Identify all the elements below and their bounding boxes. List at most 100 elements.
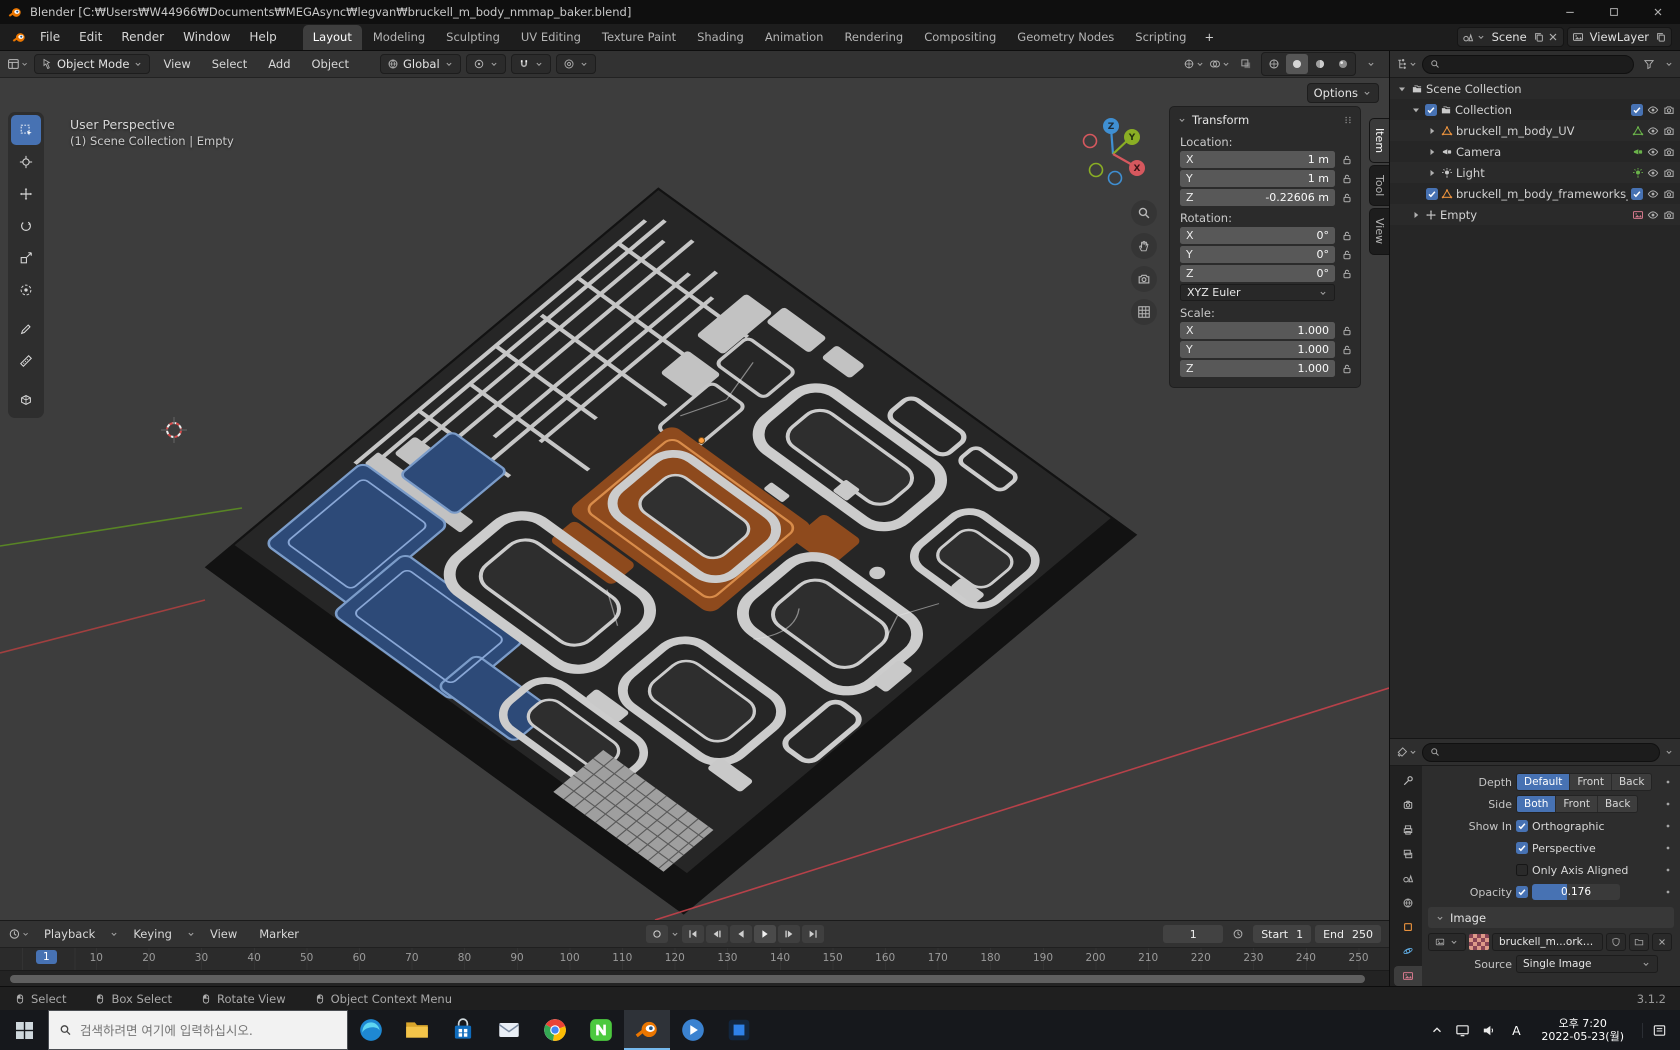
side-back-option[interactable]: Back: [1598, 796, 1638, 812]
location-y-field[interactable]: Y1 m: [1180, 170, 1335, 187]
orthographic-label[interactable]: Orthographic: [1532, 820, 1605, 833]
lock-icon[interactable]: [1340, 192, 1353, 204]
unlink-scene-icon[interactable]: [1547, 31, 1559, 43]
lock-icon[interactable]: [1340, 325, 1353, 337]
only-axis-aligned-label[interactable]: Only Axis Aligned: [1532, 864, 1628, 877]
disable-in-renders-icon[interactable]: [1663, 104, 1675, 116]
lock-icon[interactable]: [1340, 344, 1353, 356]
outliner-editor-type-button[interactable]: [1396, 54, 1418, 74]
pan-view-button[interactable]: [1131, 233, 1157, 259]
chevron-right-icon[interactable]: [1410, 209, 1422, 221]
exclude-checkbox[interactable]: [1631, 188, 1643, 200]
tab-object-data-properties[interactable]: [1394, 966, 1422, 986]
image-panel-header[interactable]: Image: [1428, 907, 1674, 928]
menu-window[interactable]: Window: [174, 26, 239, 48]
dark-app-icon[interactable]: [716, 1010, 762, 1050]
hide-in-viewport-icon[interactable]: [1647, 209, 1659, 221]
sidebar-tab-view[interactable]: View: [1369, 208, 1389, 254]
xray-toggle[interactable]: [1235, 54, 1257, 74]
menu-add[interactable]: Add: [260, 54, 298, 74]
camera-view-button[interactable]: [1131, 266, 1157, 292]
jump-to-end-button[interactable]: [802, 925, 824, 943]
menu-playback[interactable]: Playback: [36, 924, 103, 944]
menu-select[interactable]: Select: [204, 54, 255, 74]
tray-expand-icon[interactable]: [1430, 1023, 1444, 1037]
show-gizmo-button[interactable]: [1183, 54, 1205, 74]
animate-dot-icon[interactable]: [1662, 843, 1674, 853]
file-explorer-app-icon[interactable]: [394, 1010, 440, 1050]
editor-type-button[interactable]: [7, 54, 29, 74]
properties-search-input[interactable]: [1422, 743, 1660, 762]
store-app-icon[interactable]: [440, 1010, 486, 1050]
unlink-image-button[interactable]: [1652, 933, 1672, 951]
scale-y-field[interactable]: Y1.000: [1180, 341, 1335, 358]
play-reverse-button[interactable]: [730, 925, 752, 943]
tab-viewlayer-properties[interactable]: [1394, 844, 1422, 864]
edge-app-icon[interactable]: [348, 1010, 394, 1050]
jump-to-start-button[interactable]: [682, 925, 704, 943]
add-cube-tool[interactable]: [11, 385, 41, 415]
close-button[interactable]: [1636, 0, 1680, 24]
tab-physics-properties[interactable]: [1394, 941, 1422, 961]
viewport-3d[interactable]: User Perspective (1) Scene Collection | …: [0, 78, 1389, 920]
outliner-search-input[interactable]: [1422, 55, 1634, 74]
green-n-app-icon[interactable]: [578, 1010, 624, 1050]
lock-icon[interactable]: [1340, 249, 1353, 261]
disable-in-renders-icon[interactable]: [1663, 125, 1675, 137]
hide-in-viewport-icon[interactable]: [1647, 125, 1659, 137]
start-button[interactable]: [0, 1010, 48, 1050]
blender-app-icon[interactable]: [624, 1010, 670, 1050]
tab-modeling[interactable]: Modeling: [363, 25, 435, 50]
opacity-checkbox[interactable]: [1516, 886, 1528, 898]
tab-tool-properties[interactable]: [1394, 771, 1422, 791]
perspective-label[interactable]: Perspective: [1532, 842, 1596, 855]
source-dropdown[interactable]: Single Image: [1516, 955, 1658, 973]
tab-geometry-nodes[interactable]: Geometry Nodes: [1007, 25, 1124, 50]
animate-dot-icon[interactable]: [1662, 821, 1674, 831]
maximize-button[interactable]: [1592, 0, 1636, 24]
select-box-tool[interactable]: [11, 115, 41, 145]
hide-in-viewport-icon[interactable]: [1647, 104, 1659, 116]
shading-dropdown[interactable]: [1360, 54, 1382, 74]
tab-texture-paint[interactable]: Texture Paint: [592, 25, 686, 50]
sidebar-tab-tool[interactable]: Tool: [1369, 165, 1389, 206]
menu-view[interactable]: View: [155, 54, 198, 74]
image-name-field[interactable]: bruckell_m...orks_UV.png: [1492, 933, 1603, 951]
new-scene-icon[interactable]: [1533, 31, 1545, 43]
scale-x-field[interactable]: X1.000: [1180, 322, 1335, 339]
viewlayer-selector[interactable]: ViewLayer: [1567, 27, 1672, 47]
menu-object[interactable]: Object: [304, 54, 357, 74]
location-z-field[interactable]: Z-0.22606 m: [1180, 189, 1335, 206]
frame-ruler[interactable]: 1 10203040506070809010011012013014015016…: [0, 947, 1389, 970]
hide-in-viewport-icon[interactable]: [1647, 188, 1659, 200]
preview-range-button[interactable]: [1227, 924, 1249, 944]
rotation-y-field[interactable]: Y0°: [1180, 246, 1335, 263]
disable-in-renders-icon[interactable]: [1663, 167, 1675, 179]
image-browse-button[interactable]: [1428, 933, 1466, 951]
zoom-view-button[interactable]: [1131, 200, 1157, 226]
tab-sculpting[interactable]: Sculpting: [436, 25, 510, 50]
outliner-row-collection[interactable]: Collection: [1390, 99, 1680, 120]
lock-icon[interactable]: [1340, 268, 1353, 280]
options-dropdown[interactable]: Options: [1307, 83, 1379, 103]
scale-z-field[interactable]: Z1.000: [1180, 360, 1335, 377]
pivot-dropdown[interactable]: [466, 54, 506, 74]
action-center-button[interactable]: [1642, 1023, 1676, 1038]
taskbar-search[interactable]: [48, 1010, 348, 1050]
mode-dropdown[interactable]: Object Mode: [34, 54, 150, 74]
play-button[interactable]: [754, 925, 776, 943]
properties-editor-type-button[interactable]: [1396, 742, 1418, 762]
annotate-tool[interactable]: [11, 314, 41, 344]
add-workspace-button[interactable]: +: [1197, 25, 1221, 50]
rotation-z-field[interactable]: Z0°: [1180, 265, 1335, 282]
tab-shading[interactable]: Shading: [687, 25, 754, 50]
rotation-mode-dropdown[interactable]: XYZ Euler: [1180, 284, 1335, 301]
snap-dropdown[interactable]: [511, 54, 551, 74]
cursor-tool[interactable]: [11, 147, 41, 177]
side-both-option[interactable]: Both: [1517, 796, 1556, 812]
tab-scripting[interactable]: Scripting: [1125, 25, 1196, 50]
mail-app-icon[interactable]: [486, 1010, 532, 1050]
lock-icon[interactable]: [1340, 230, 1353, 242]
animate-dot-icon[interactable]: [1662, 777, 1674, 787]
outliner-row-scene-collection[interactable]: Scene Collection: [1390, 78, 1680, 99]
